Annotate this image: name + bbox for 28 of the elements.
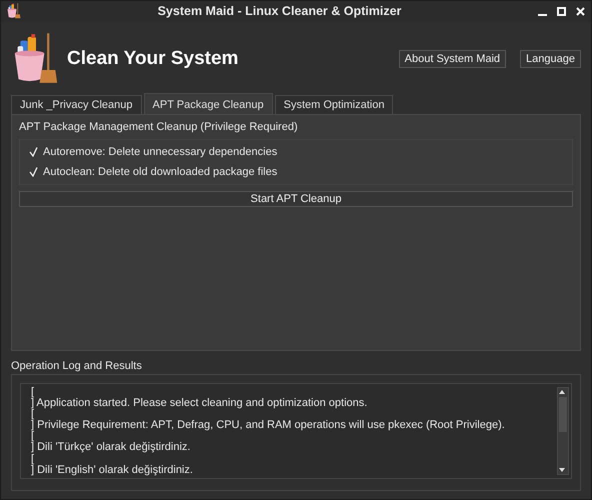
log-line: ] Privilege Requirement: APT, Defrag, CPU, and RAM operations will use pkexec (Root Privilege).	[31, 420, 506, 432]
checkbox-label: Autoclean: Delete old downloaded package files	[43, 166, 278, 178]
close-icon[interactable]	[576, 6, 585, 16]
start-button[interactable]: Start APT Cleanup	[19, 191, 573, 208]
log-line: [	[31, 387, 36, 398]
checkbox-label: Autoremove: Delete unnecessary dependencies	[43, 146, 278, 158]
maximize-icon[interactable]	[557, 6, 566, 16]
cleaning-bucket-drawing	[13, 32, 59, 85]
app-heading: Clean Your System	[67, 48, 240, 70]
window-title: System Maid - Linux Cleaner & Optimizer	[156, 4, 402, 18]
tab[interactable]: System Optimization	[274, 95, 394, 114]
log-line: [	[31, 454, 36, 465]
section-heading: APT Package Management Cleanup (Privilege Required)	[19, 121, 299, 134]
scroll-down-icon[interactable]	[558, 466, 566, 474]
header-button[interactable]: About System Maid	[398, 50, 506, 68]
log-line: ] Dili 'Türkçe' olarak değiştirdiniz.	[31, 442, 192, 454]
header-button[interactable]: Language	[520, 50, 581, 68]
log-title: Operation Log and Results	[11, 360, 143, 372]
checkbox[interactable]	[29, 146, 39, 158]
log-line: ] Dili 'English' olarak değiştirdiniz.	[31, 464, 194, 476]
log-line: [	[31, 431, 36, 442]
scrollbar[interactable]	[557, 387, 569, 475]
app-icon	[7, 3, 21, 20]
log-line: [	[31, 409, 36, 420]
checkbox[interactable]	[29, 166, 39, 178]
tab[interactable]: Junk _Privacy Cleanup	[11, 95, 142, 114]
tab[interactable]: APT Package Cleanup	[144, 93, 273, 114]
log-line: ] Application started. Please select cleaning and optimization options.	[31, 398, 368, 410]
